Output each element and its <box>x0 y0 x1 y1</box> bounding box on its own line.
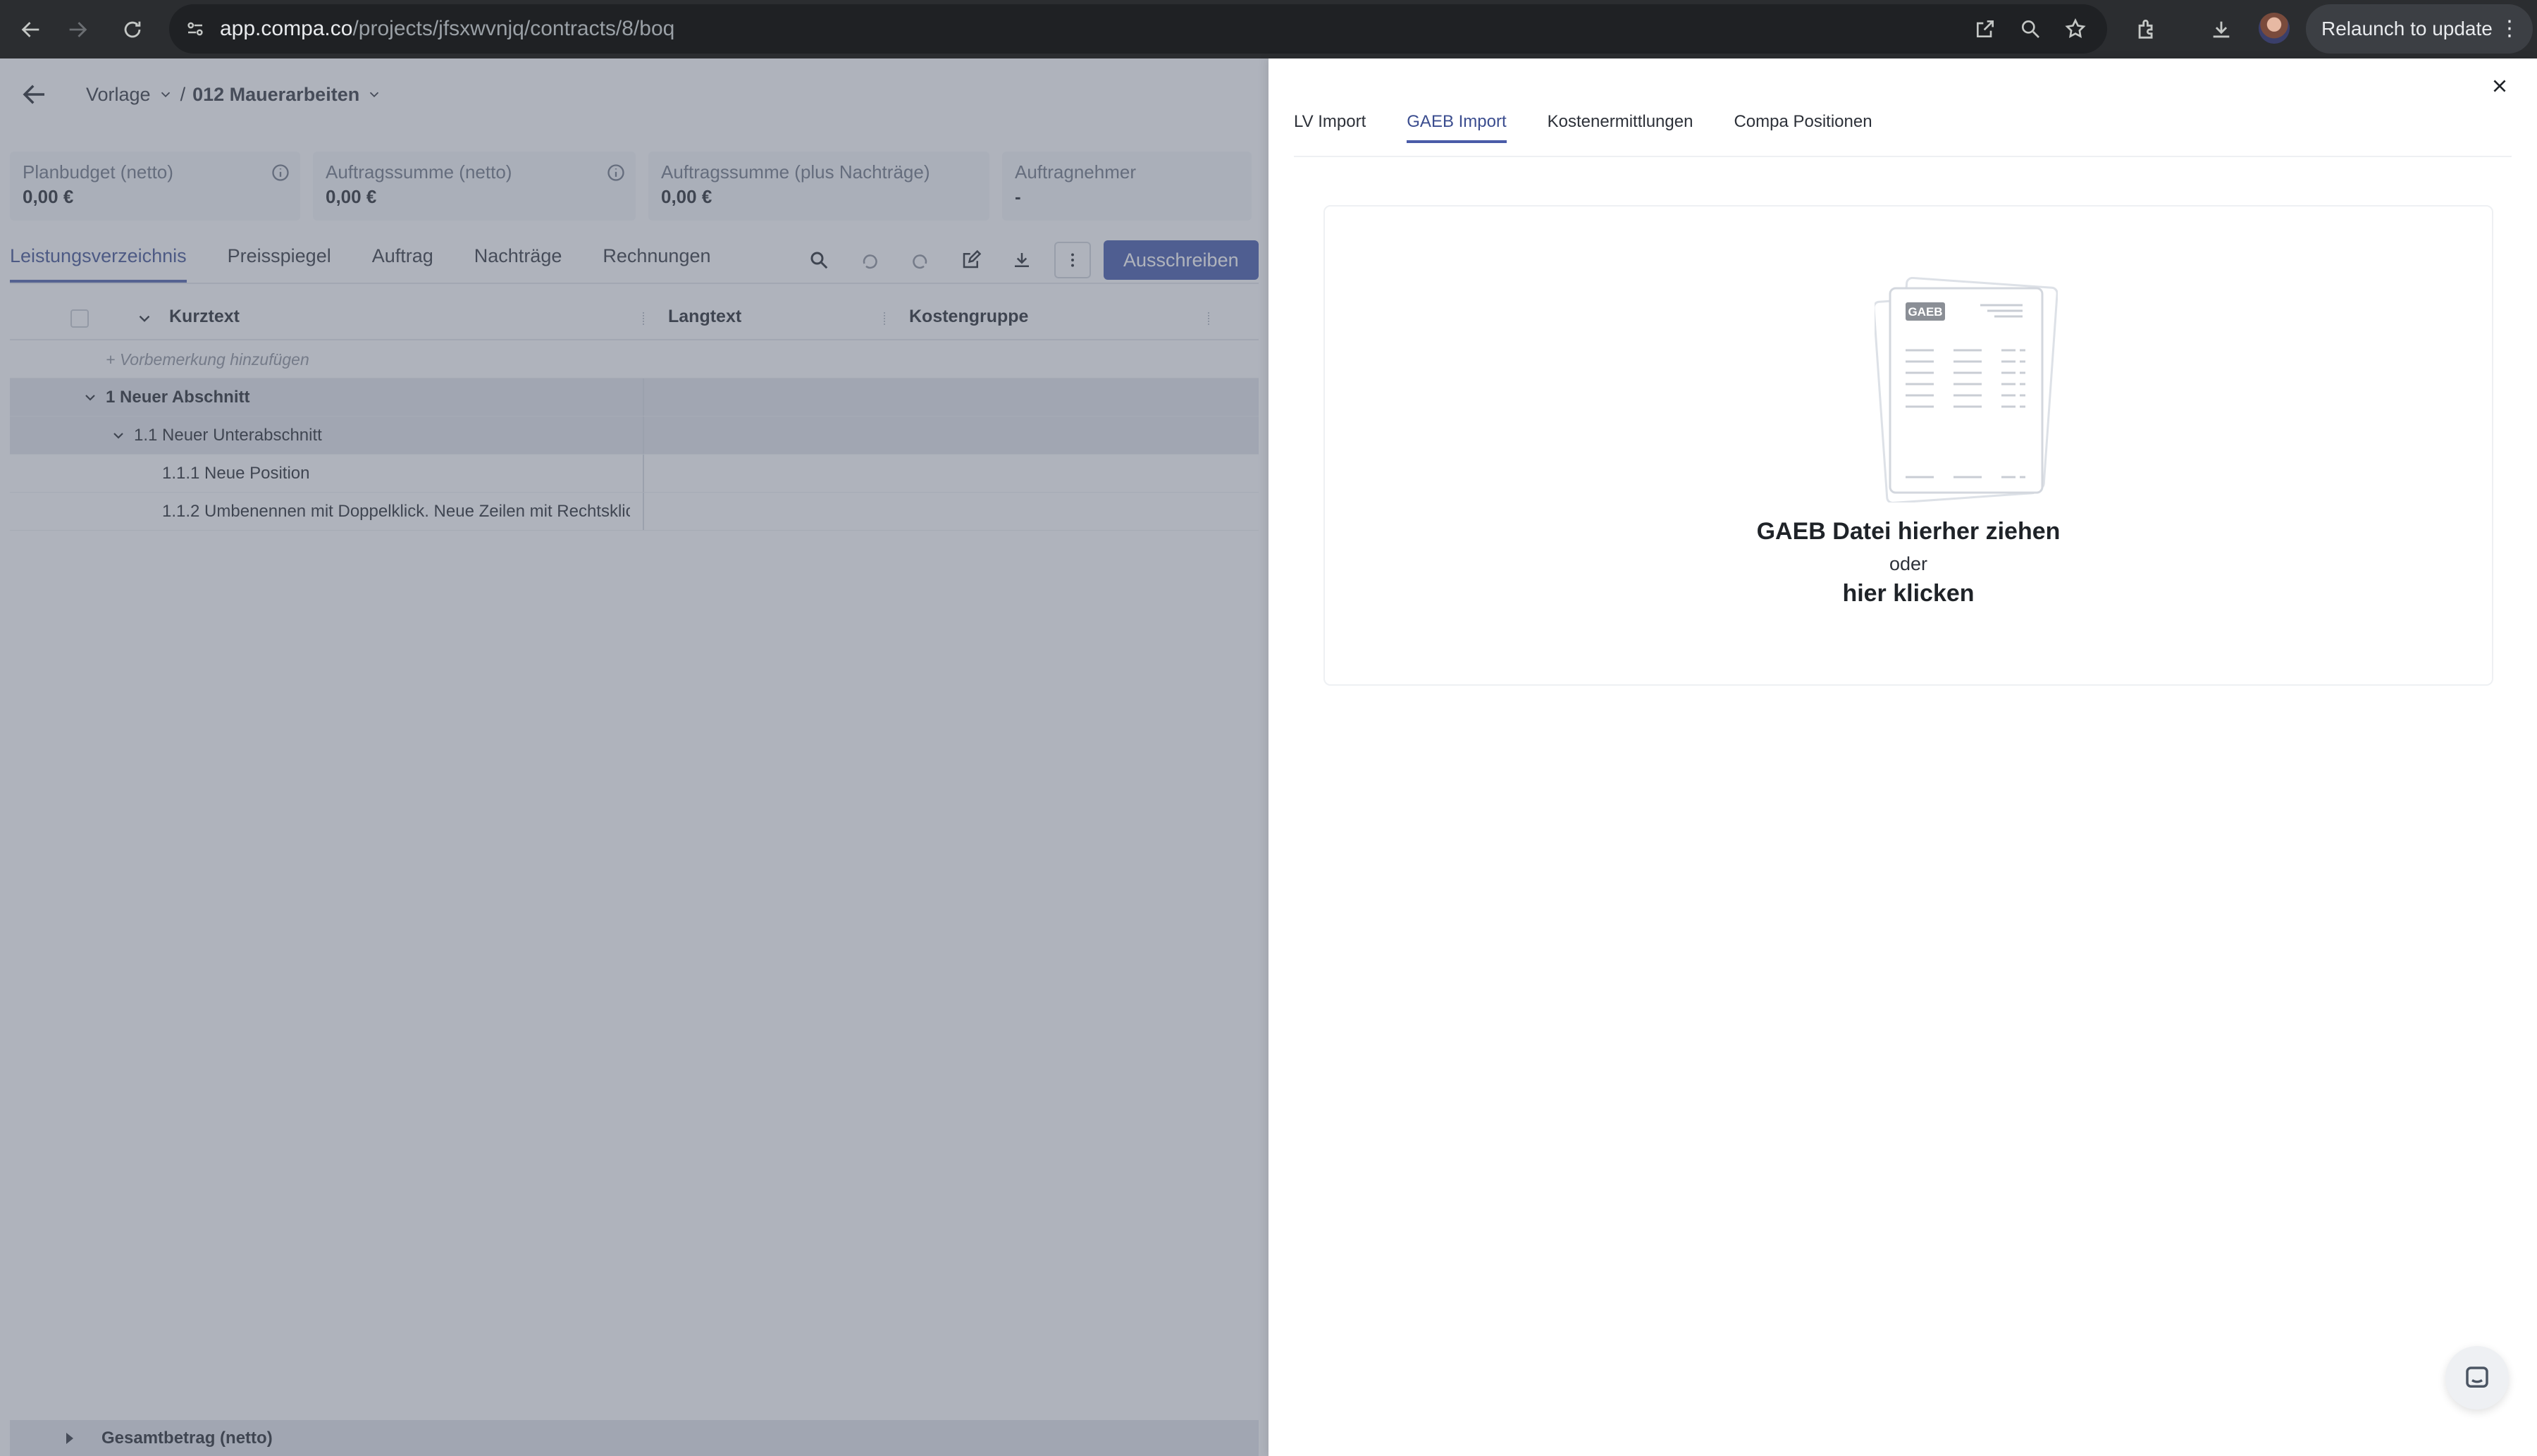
browser-forward-icon[interactable] <box>58 10 97 49</box>
relaunch-button[interactable]: Relaunch to update ⋮ <box>2306 4 2533 54</box>
url-host: app.compa.co <box>220 17 353 40</box>
address-bar[interactable]: app.compa.co/projects/jfsxwvnjq/contract… <box>169 4 2107 54</box>
browser-menu-icon[interactable]: ⋮ <box>2499 4 2520 54</box>
close-icon[interactable] <box>2482 68 2517 104</box>
tab-gaeb-import[interactable]: GAEB Import <box>1407 108 1507 143</box>
dropzone-click-link[interactable]: hier klicken <box>1325 580 2492 607</box>
relaunch-label: Relaunch to update <box>2321 18 2493 39</box>
tab-lv-import[interactable]: LV Import <box>1294 108 1366 136</box>
site-settings-icon[interactable] <box>179 13 211 45</box>
dropzone-title: GAEB Datei hierher ziehen <box>1756 518 2061 545</box>
bookmark-star-icon[interactable] <box>2058 11 2093 47</box>
chat-icon <box>2466 1366 2488 1388</box>
import-drawer: LV Import GAEB Import Kostenermittlungen… <box>1268 58 2537 1456</box>
tabs-divider <box>1294 156 2512 157</box>
import-tabs: LV Import GAEB Import Kostenermittlungen… <box>1294 108 1872 143</box>
extensions-icon[interactable] <box>2127 10 2166 49</box>
tab-compa-positionen[interactable]: Compa Positionen <box>1734 108 1872 136</box>
url-path: /projects/jfsxwvnjq/contracts/8/boq <box>352 17 675 40</box>
gaeb-badge: GAEB <box>1908 305 1942 319</box>
gaeb-dropzone[interactable]: GAEB GAEB Datei hierher ziehen oder hier… <box>1323 205 2493 686</box>
open-in-app-icon[interactable] <box>1968 11 2003 47</box>
chat-support-button[interactable] <box>2445 1346 2509 1409</box>
browser-toolbar: app.compa.co/projects/jfsxwvnjq/contract… <box>0 0 2537 58</box>
tab-kostenermittlungen[interactable]: Kostenermittlungen <box>1548 108 1693 136</box>
dropzone-or: oder <box>1889 553 1928 574</box>
downloads-icon[interactable] <box>2202 10 2241 49</box>
zoom-icon[interactable] <box>2013 11 2048 47</box>
browser-back-icon[interactable] <box>11 10 51 49</box>
profile-avatar[interactable] <box>2259 13 2290 44</box>
url-text: app.compa.co/projects/jfsxwvnjq/contract… <box>220 16 674 42</box>
gaeb-document-icon: GAEB <box>1875 277 2058 502</box>
contract-page: Vorlage / 012 Mauerarbeiten Planbudget (… <box>0 58 1268 1456</box>
browser-reload-icon[interactable] <box>113 10 152 49</box>
modal-backdrop[interactable] <box>0 58 1268 1456</box>
